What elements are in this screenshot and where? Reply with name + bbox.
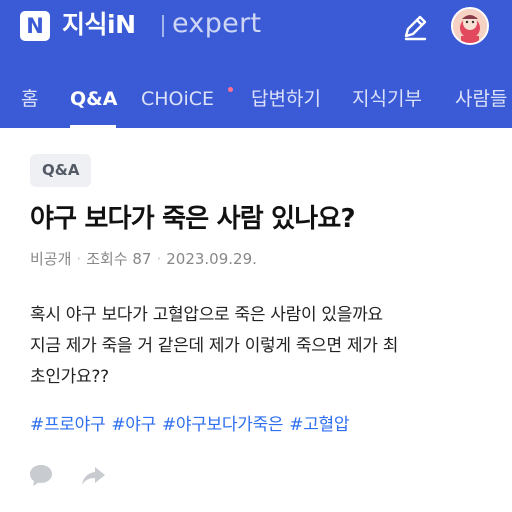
author-name: 비공개: [30, 250, 72, 268]
avatar[interactable]: [451, 7, 489, 45]
hashtag-link[interactable]: #고혈압: [289, 415, 349, 435]
post-date: 2023.09.29.: [166, 250, 257, 268]
top-header: N 지식iN expert 홈 Q&A CHOiCE 답변하기 지식기부 사람들: [0, 0, 512, 128]
nav-people[interactable]: 사람들: [455, 86, 507, 112]
nav-choice[interactable]: CHOiCE: [141, 86, 214, 112]
main-nav: 홈 Q&A CHOiCE 답변하기 지식기부 사람들: [0, 78, 512, 128]
view-count: 조회수 87: [86, 250, 152, 268]
hashtag-link[interactable]: #프로야구: [30, 415, 106, 435]
nav-home[interactable]: 홈: [21, 86, 38, 112]
nav-donate[interactable]: 지식기부: [352, 86, 422, 112]
nav-answer[interactable]: 답변하기: [251, 86, 321, 112]
new-badge-dot: [228, 87, 233, 92]
brand-name[interactable]: 지식iN: [62, 7, 136, 43]
hashtag-list: #프로야구 #야구 #야구보다가죽은 #고혈압: [30, 412, 355, 438]
nav-qna[interactable]: Q&A: [70, 86, 117, 112]
comment-icon[interactable]: [28, 462, 54, 488]
expert-link[interactable]: expert: [172, 6, 261, 42]
share-icon[interactable]: [80, 464, 106, 488]
category-tag[interactable]: Q&A: [30, 154, 92, 187]
question-body: 혹시 야구 보다가 고혈압으로 죽은 사람이 있을까요 지금 제가 죽을 거 같…: [30, 305, 399, 387]
avatar-icon: [453, 9, 487, 43]
naver-logo[interactable]: N: [20, 11, 50, 41]
active-tab-indicator: [70, 125, 116, 128]
pencil-icon[interactable]: [400, 12, 430, 42]
brand-divider: [162, 15, 164, 37]
post-meta: 비공개 · 조회수 87 · 2023.09.29.: [30, 250, 257, 268]
hashtag-link[interactable]: #야구보다가죽은: [162, 415, 284, 435]
hashtag-link[interactable]: #야구: [111, 415, 156, 435]
question-title: 야구 보다가 죽은 사람 있나요?: [30, 204, 356, 234]
